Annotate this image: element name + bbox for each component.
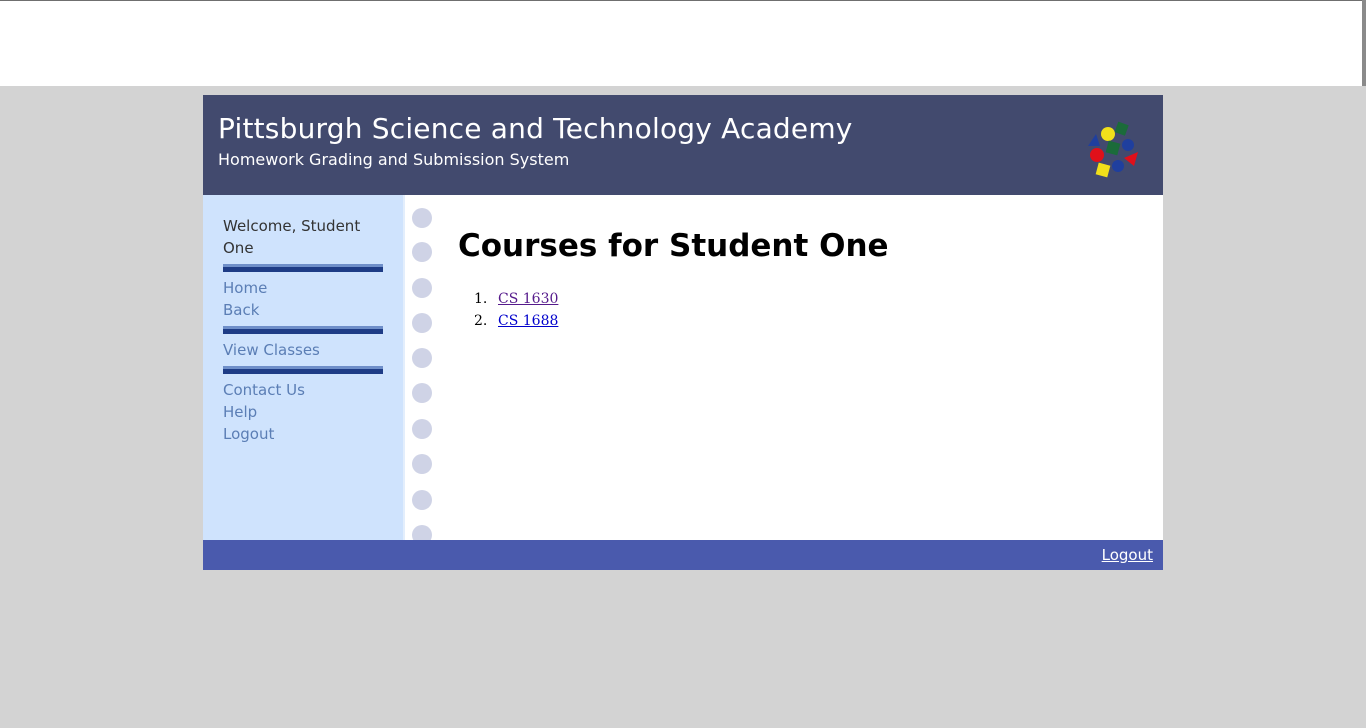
spiral-hole xyxy=(412,419,432,439)
page-title: Courses for Student One xyxy=(458,228,889,264)
spiral-hole xyxy=(412,454,432,474)
spiral-hole xyxy=(412,348,432,368)
spiral-hole xyxy=(412,525,432,540)
site-header: Pittsburgh Science and Technology Academ… xyxy=(203,95,1163,195)
colored-shapes-logo-icon xyxy=(1088,121,1138,178)
sidebar-divider xyxy=(223,326,383,334)
nav-group-primary: Home Back xyxy=(223,277,383,321)
footer-logout-link[interactable]: Logout xyxy=(1102,546,1153,564)
sidebar-item-help[interactable]: Help xyxy=(223,401,383,423)
list-item: 1. CS 1630 xyxy=(458,288,558,310)
spiral-hole xyxy=(412,490,432,510)
sidebar-edge xyxy=(403,195,405,540)
sidebar-item-back[interactable]: Back xyxy=(223,299,383,321)
window-edge xyxy=(1362,0,1366,86)
spiral-hole xyxy=(412,278,432,298)
spiral-hole xyxy=(412,208,432,228)
sidebar-item-home[interactable]: Home xyxy=(223,277,383,299)
spiral-hole xyxy=(412,383,432,403)
notebook-spiral xyxy=(403,195,443,540)
course-link-cs1630[interactable]: CS 1630 xyxy=(498,291,558,307)
list-number: 1. xyxy=(474,291,488,307)
course-link-cs1688[interactable]: CS 1688 xyxy=(498,313,558,329)
welcome-message: Welcome, Student One xyxy=(223,217,361,257)
sidebar-divider xyxy=(223,264,383,272)
sidebar-item-contact-us[interactable]: Contact Us xyxy=(223,379,383,401)
spiral-hole xyxy=(412,242,432,262)
site-footer: Logout xyxy=(203,540,1163,570)
sidebar-item-view-classes[interactable]: View Classes xyxy=(223,339,383,361)
nav-group-support: Contact Us Help Logout xyxy=(223,379,383,445)
page-container: Pittsburgh Science and Technology Academ… xyxy=(203,95,1163,570)
main-content: Courses for Student One 1. CS 1630 2. CS… xyxy=(443,195,1163,540)
list-item: 2. CS 1688 xyxy=(458,310,558,332)
spiral-hole xyxy=(412,313,432,333)
sidebar-item-logout[interactable]: Logout xyxy=(223,423,383,445)
list-number: 2. xyxy=(474,313,488,329)
sidebar-divider xyxy=(223,366,383,374)
browser-top-area xyxy=(0,0,1362,86)
nav-group-classes: View Classes xyxy=(223,339,383,361)
sidebar: Welcome, Student One Home Back View Clas… xyxy=(203,195,403,540)
site-subtitle: Homework Grading and Submission System xyxy=(218,150,570,169)
course-list: 1. CS 1630 2. CS 1688 xyxy=(458,288,558,332)
site-title: Pittsburgh Science and Technology Academ… xyxy=(218,112,853,145)
